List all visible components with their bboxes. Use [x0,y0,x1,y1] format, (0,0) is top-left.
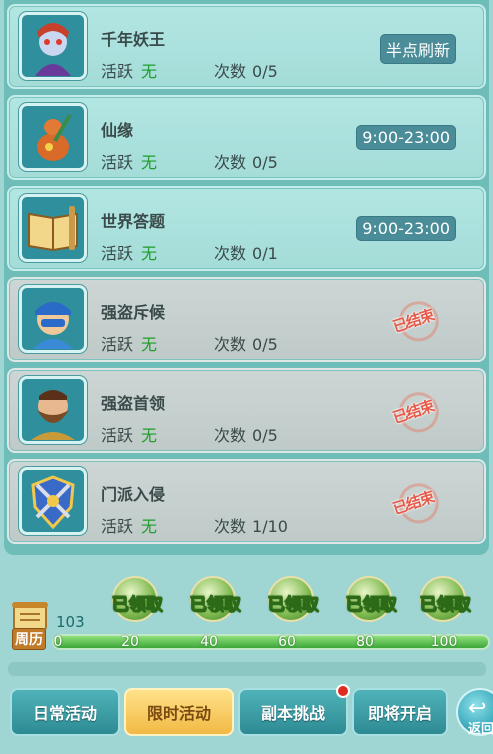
count-value: 0/1 [252,244,278,263]
activity-value: 无 [141,62,158,81]
back-label: 返回 [468,722,493,737]
bandit-leader-icon [19,376,87,444]
count-label: 次数 1/10 [214,517,288,536]
claimed-label: 已领取 [111,595,163,616]
tick-label: 20 [121,634,139,650]
count-label: 次数 0/5 [214,153,278,172]
claimed-label: 已领取 [345,595,397,616]
activity-value: 无 [141,517,158,536]
count-value: 0/5 [252,153,278,172]
tab-upcoming[interactable]: 即将开启 [352,688,448,736]
activity-title: 世界答题 [101,212,166,231]
count-value: 1/10 [252,517,288,536]
reward-chest-100[interactable]: 已领取 [404,574,476,632]
book-icon [19,194,87,262]
divider [8,662,486,676]
progress-ticks: 0 20 40 60 80 100 [52,634,490,650]
count-label: 次数 0/1 [214,244,278,263]
bandit-scout-icon [19,285,87,353]
bottom-tabs: 日常活动 限时活动 副本挑战 即将开启 [10,684,450,736]
demon-king-icon [19,12,87,80]
calendar-label[interactable]: 周历 [12,628,46,650]
tab-daily[interactable]: 日常活动 [10,688,120,736]
activity-value: 无 [141,153,158,172]
reward-chest-80[interactable]: 已领取 [330,574,402,632]
activity-row-bandit-scout[interactable]: 强盗斥候 活跃无 次数 0/5 已结束 [7,277,486,362]
activity-row-demon-king[interactable]: 千年妖王 活跃无 次数 0/5 半点刷新 [7,4,486,89]
count-value: 0/5 [252,335,278,354]
activity-value: 无 [141,426,158,445]
reward-row: 已领取 已领取 已领取 已领取 已领取 [96,574,476,634]
activity-row-sect-invasion[interactable]: 门派入侵 活跃无 次数 1/10 已结束 [7,459,486,544]
tick-label: 80 [356,634,374,650]
time-badge: 9:00-23:00 [356,216,456,241]
tab-dungeon[interactable]: 副本挑战 [238,684,350,736]
claimed-label: 已领取 [189,595,241,616]
activity-row-world-quiz[interactable]: 世界答题 活跃无 次数 0/1 9:00-23:00 [7,186,486,271]
activity-value: 无 [141,335,158,354]
reward-chest-20[interactable]: 已领取 [96,574,168,632]
activity-label: 活跃无 [101,244,158,263]
notification-dot-icon [336,684,350,698]
count-label: 次数 0/5 [214,335,278,354]
time-badge: 半点刷新 [379,34,456,64]
activity-score: 103 [56,613,85,631]
activity-row-xianyuan[interactable]: 仙缘 活跃无 次数 0/5 9:00-23:00 [7,95,486,180]
activity-title: 门派入侵 [101,485,166,504]
activity-label: 活跃无 [101,426,158,445]
time-badge: 9:00-23:00 [356,125,456,150]
tick-label: 0 [53,634,63,650]
sect-shield-icon [19,467,87,535]
activity-label: 活跃无 [101,335,158,354]
activity-label: 活跃无 [101,153,158,172]
activity-title: 千年妖王 [101,30,166,49]
count-label: 次数 0/5 [214,426,278,445]
ended-stamp: 已结束 [376,383,451,440]
reward-chest-40[interactable]: 已领取 [174,574,246,632]
activity-value: 无 [141,244,158,263]
claimed-label: 已领取 [267,595,319,616]
reward-chest-60[interactable]: 已领取 [252,574,324,632]
activity-title: 强盗首领 [101,394,166,413]
activity-title: 强盗斥候 [101,303,166,322]
back-button[interactable]: ↩ 返回 [456,688,493,737]
claimed-label: 已领取 [419,595,471,616]
count-value: 0/5 [252,426,278,445]
gourd-icon [19,103,87,171]
count-value: 0/5 [252,62,278,81]
tick-label: 40 [200,634,218,650]
activity-row-bandit-leader[interactable]: 强盗首领 活跃无 次数 0/5 已结束 [7,368,486,453]
activity-label: 活跃无 [101,62,158,81]
activity-label: 活跃无 [101,517,158,536]
ended-stamp: 已结束 [376,474,451,531]
ended-stamp: 已结束 [376,292,451,349]
tick-label: 60 [278,634,296,650]
tab-limited-time[interactable]: 限时活动 [124,688,234,736]
activity-title: 仙缘 [101,121,134,140]
tick-label: 100 [430,634,458,650]
activity-list: 千年妖王 活跃无 次数 0/5 半点刷新 仙缘 活跃无 次数 0/5 9:00-23… [4,0,489,555]
tab-label: 副本挑战 [260,704,325,723]
count-label: 次数 0/5 [214,62,278,81]
